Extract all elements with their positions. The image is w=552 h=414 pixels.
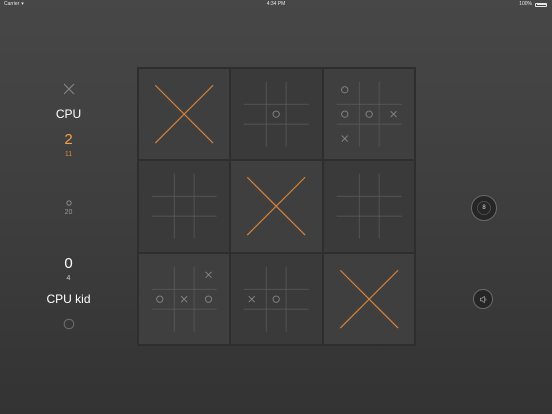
o-icon <box>340 86 349 94</box>
big-x-icon <box>247 177 306 236</box>
x-icon <box>180 295 188 303</box>
scoreboard: CPU 2 11 20 0 4 CPU kid <box>0 0 137 414</box>
mini-grid <box>336 173 402 240</box>
player-bottom-score: 0 <box>64 255 73 272</box>
player-bottom-sub: 4 <box>66 275 71 282</box>
board-cell[interactable] <box>138 252 231 345</box>
draws-o-icon <box>0 200 137 206</box>
board-cell[interactable] <box>322 68 415 161</box>
player-top-score: 2 <box>64 131 73 148</box>
board-cell[interactable] <box>138 160 231 253</box>
o-icon <box>156 295 164 303</box>
draws-count: 20 <box>64 209 73 216</box>
player-top-name: CPU <box>55 107 82 121</box>
mini-grid <box>336 81 402 147</box>
o-icon <box>204 295 213 303</box>
x-icon <box>389 110 397 118</box>
sound-button[interactable] <box>473 289 493 309</box>
battery-percent: 100% <box>519 1 532 7</box>
board-cell <box>322 252 415 345</box>
mini-grid <box>243 81 310 147</box>
board-cell[interactable] <box>230 252 323 345</box>
board-cell <box>230 160 323 253</box>
player-top-sub: 11 <box>64 151 73 158</box>
player-bottom-o-icon <box>0 318 137 330</box>
o-icon <box>272 295 281 303</box>
player-bottom-name: CPU kid <box>46 292 91 306</box>
board-cell <box>138 68 231 161</box>
timer-button[interactable]: 8 <box>471 195 497 221</box>
mini-grid <box>151 266 217 332</box>
mini-grid <box>243 266 310 332</box>
big-x-icon <box>339 269 399 329</box>
player-top-x-icon <box>0 83 137 95</box>
x-icon <box>341 135 348 142</box>
o-icon <box>340 110 349 118</box>
mini-grid <box>151 173 217 240</box>
battery-icon <box>535 2 547 7</box>
o-icon <box>365 110 373 118</box>
x-icon <box>248 295 256 303</box>
board-cell[interactable] <box>230 68 323 161</box>
game-board <box>137 67 416 346</box>
board-cell[interactable] <box>322 160 415 253</box>
o-icon <box>272 110 281 118</box>
timer-value: 8 <box>482 205 486 211</box>
big-x-icon <box>154 84 214 144</box>
speaker-icon <box>479 295 486 303</box>
x-icon <box>205 271 212 278</box>
